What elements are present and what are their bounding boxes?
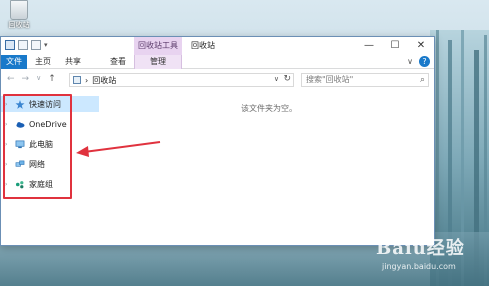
navigation-buttons: ← → ∨ ↑ — [7, 74, 56, 84]
annotation-highlight-box — [3, 94, 72, 199]
search-icon[interactable]: ⌕ — [420, 74, 425, 86]
desktop-recycle-bin[interactable]: 回收站 — [4, 0, 34, 34]
title-bar: ▾ 回收站工具 回收站 — ☐ ✕ — [1, 37, 434, 55]
file-list-area[interactable]: 该文件夹为空。 — [101, 93, 434, 245]
maximize-button[interactable]: ☐ — [382, 37, 408, 55]
empty-folder-message: 该文件夹为空。 — [241, 104, 297, 113]
context-tab-recycle-bin-tools: 回收站工具 — [134, 37, 182, 55]
tab-share[interactable]: 共享 — [59, 55, 87, 69]
up-arrow-icon[interactable]: ↑ — [48, 74, 56, 84]
watermark: Baiu经验 jingyan.baidu.com — [366, 234, 486, 284]
address-bar-row: ← → ∨ ↑ › 回收站 ∨ ↻ 搜索"回收站" ⌕ — [1, 70, 434, 90]
tab-file[interactable]: 文件 — [1, 55, 27, 69]
ribbon-tabs: 文件 主页 共享 查看 管理 ∨ ? — [1, 55, 434, 69]
refresh-icon[interactable]: ↻ — [283, 74, 291, 84]
properties-icon[interactable] — [18, 40, 28, 50]
folder-icon[interactable] — [5, 40, 15, 50]
back-arrow-icon[interactable]: ← — [7, 74, 15, 84]
recent-locations-icon[interactable]: ∨ — [36, 74, 41, 84]
search-placeholder: 搜索"回收站" — [306, 75, 354, 84]
search-input[interactable]: 搜索"回收站" ⌕ — [301, 73, 429, 87]
quick-access-toolbar: ▾ — [5, 40, 48, 50]
forward-arrow-icon[interactable]: → — [22, 74, 30, 84]
address-dropdown-icon[interactable]: ∨ — [274, 75, 279, 83]
minimize-button[interactable]: — — [356, 37, 382, 55]
tab-manage[interactable]: 管理 — [134, 55, 182, 69]
watermark-brand: Baiu经验 — [376, 238, 465, 259]
recycle-bin-label: 回收站 — [8, 21, 30, 29]
close-button[interactable]: ✕ — [408, 37, 434, 55]
new-folder-icon[interactable] — [31, 40, 41, 50]
address-field[interactable]: › 回收站 ∨ ↻ — [69, 73, 294, 87]
window-title: 回收站 — [191, 41, 215, 50]
recycle-bin-icon — [10, 0, 28, 20]
breadcrumb-recycle-bin[interactable]: 回收站 — [92, 75, 116, 86]
recycle-bin-small-icon — [73, 76, 81, 84]
customize-toolbar-icon[interactable]: ▾ — [44, 41, 48, 49]
window-controls: — ☐ ✕ — [356, 37, 434, 55]
annotation-arrow — [76, 141, 161, 157]
help-icon[interactable]: ? — [419, 56, 430, 67]
tab-view[interactable]: 查看 — [105, 55, 131, 69]
ribbon-controls: ∨ ? — [407, 56, 430, 67]
tab-home[interactable]: 主页 — [31, 55, 55, 69]
breadcrumb-separator[interactable]: › — [85, 76, 88, 85]
watermark-url: jingyan.baidu.com — [382, 262, 456, 271]
ribbon-collapse-icon[interactable]: ∨ — [407, 57, 413, 66]
